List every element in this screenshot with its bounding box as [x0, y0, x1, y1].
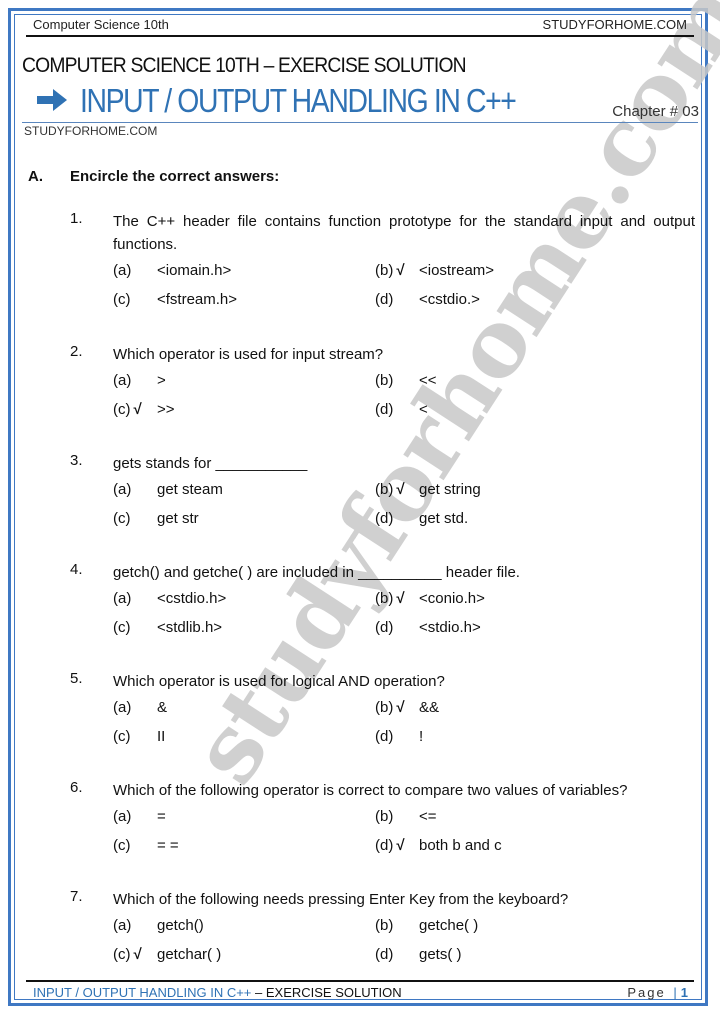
section-title: Encircle the correct answers: [70, 168, 280, 185]
option-text: getch() [157, 917, 204, 934]
question-number: 3. [70, 452, 83, 469]
check-icon: √ [396, 590, 405, 607]
option-label: (b) √ [375, 699, 405, 716]
header-rule [26, 35, 694, 37]
option-label: (c) [113, 510, 131, 527]
question-text: Which of the following operator is corre… [113, 782, 628, 799]
question-text: gets stands for ___________ [113, 455, 308, 472]
option-label: (b) √ [375, 590, 405, 607]
option-label: (b) √ [375, 481, 405, 498]
site-label: STUDYFORHOME.COM [24, 124, 158, 138]
option-text: <iostream> [419, 262, 495, 279]
question-text: Which of the following needs pressing En… [113, 891, 569, 908]
option-label: (d) [375, 946, 394, 963]
footer-rule [26, 980, 694, 982]
page-label: Page [627, 985, 666, 1000]
option-text: & [157, 699, 168, 716]
option-text: gets( ) [419, 946, 462, 963]
option-text: get str [157, 510, 199, 527]
section-letter: A. [28, 168, 43, 185]
option-text: > [157, 372, 166, 389]
question-text: Which operator is used for input stream? [113, 346, 384, 363]
option-label: (a) [113, 808, 132, 825]
option-text: ! [419, 728, 424, 745]
check-icon: √ [396, 837, 405, 854]
option-text: <iomain.h> [157, 262, 232, 279]
option-text: both b and c [419, 837, 502, 854]
option-label: (a) [113, 590, 132, 607]
question-number: 2. [70, 343, 83, 360]
footer-title: INPUT / OUTPUT HANDLING IN C++ – EXERCIS… [33, 985, 402, 1000]
title-rule [22, 122, 698, 123]
question-text: The C++ header file contains function pr… [113, 213, 695, 253]
option-label: (d) [375, 619, 394, 636]
check-icon: √ [396, 481, 405, 498]
option-label: (d) [375, 401, 394, 418]
option-label: (a) [113, 372, 132, 389]
option-label: (b) [375, 808, 394, 825]
option-label: (c) [113, 728, 131, 745]
header-subject: Computer Science 10th [33, 17, 169, 32]
option-label: (b) √ [375, 262, 405, 279]
option-text: <stdio.h> [419, 619, 481, 636]
question-number: 4. [70, 561, 83, 578]
chapter-number: Chapter # 03 [612, 103, 699, 120]
check-icon: √ [133, 401, 142, 418]
question-text: Which operator is used for logical AND o… [113, 673, 445, 690]
option-text: <= [419, 808, 437, 825]
check-icon: √ [396, 262, 405, 279]
option-label: (d) [375, 291, 394, 308]
page-number: 1 [680, 985, 688, 1000]
option-label: (c) [113, 291, 131, 308]
footer-chapter: INPUT / OUTPUT HANDLING IN C++ [33, 985, 252, 1000]
question-number: 7. [70, 888, 83, 905]
option-text: get string [419, 481, 481, 498]
option-label: (c) [113, 837, 131, 854]
option-label: (a) [113, 699, 132, 716]
option-text: getche( ) [419, 917, 479, 934]
option-label: (d) √ [375, 837, 405, 854]
option-text: && [419, 699, 440, 716]
option-text: << [419, 372, 437, 389]
option-label: (d) [375, 510, 394, 527]
option-text: <conio.h> [419, 590, 485, 607]
question-number: 5. [70, 670, 83, 687]
chapter-title: INPUT / OUTPUT HANDLING IN C++ [80, 82, 517, 119]
option-text: <fstream.h> [157, 291, 238, 308]
footer-suffix: – EXERCISE SOLUTION [251, 985, 402, 1000]
option-label: (d) [375, 728, 394, 745]
option-text: >> [157, 401, 175, 418]
header-site: STUDYFORHOME.COM [542, 17, 687, 32]
option-label: (b) [375, 372, 394, 389]
option-text: = = [157, 837, 179, 854]
option-label: (a) [113, 917, 132, 934]
option-label: (a) [113, 262, 132, 279]
option-label: (c) [113, 619, 131, 636]
option-label: (c) √ [113, 946, 142, 963]
check-icon: √ [133, 946, 142, 963]
option-text: II [157, 728, 166, 745]
option-text: get steam [157, 481, 223, 498]
option-text: < [419, 401, 428, 418]
option-label: (b) [375, 917, 394, 934]
option-text: <stdlib.h> [157, 619, 223, 636]
page-title: COMPUTER SCIENCE 10TH – EXERCISE SOLUTIO… [22, 54, 467, 77]
question-number: 1. [70, 210, 83, 227]
page-indicator: Page | 1 [627, 985, 688, 1000]
option-text: = [157, 808, 166, 825]
option-text: getchar( ) [157, 946, 222, 963]
question-number: 6. [70, 779, 83, 796]
option-text: get std. [419, 510, 469, 527]
page-separator: | [673, 985, 679, 1000]
option-text: <cstdio.h> [157, 590, 227, 607]
option-label: (a) [113, 481, 132, 498]
option-text: <cstdio.> [419, 291, 480, 308]
check-icon: √ [396, 699, 405, 716]
right-arrow-icon [37, 89, 67, 111]
option-label: (c) √ [113, 401, 142, 418]
question-text: getch() and getche( ) are included in __… [113, 564, 520, 581]
